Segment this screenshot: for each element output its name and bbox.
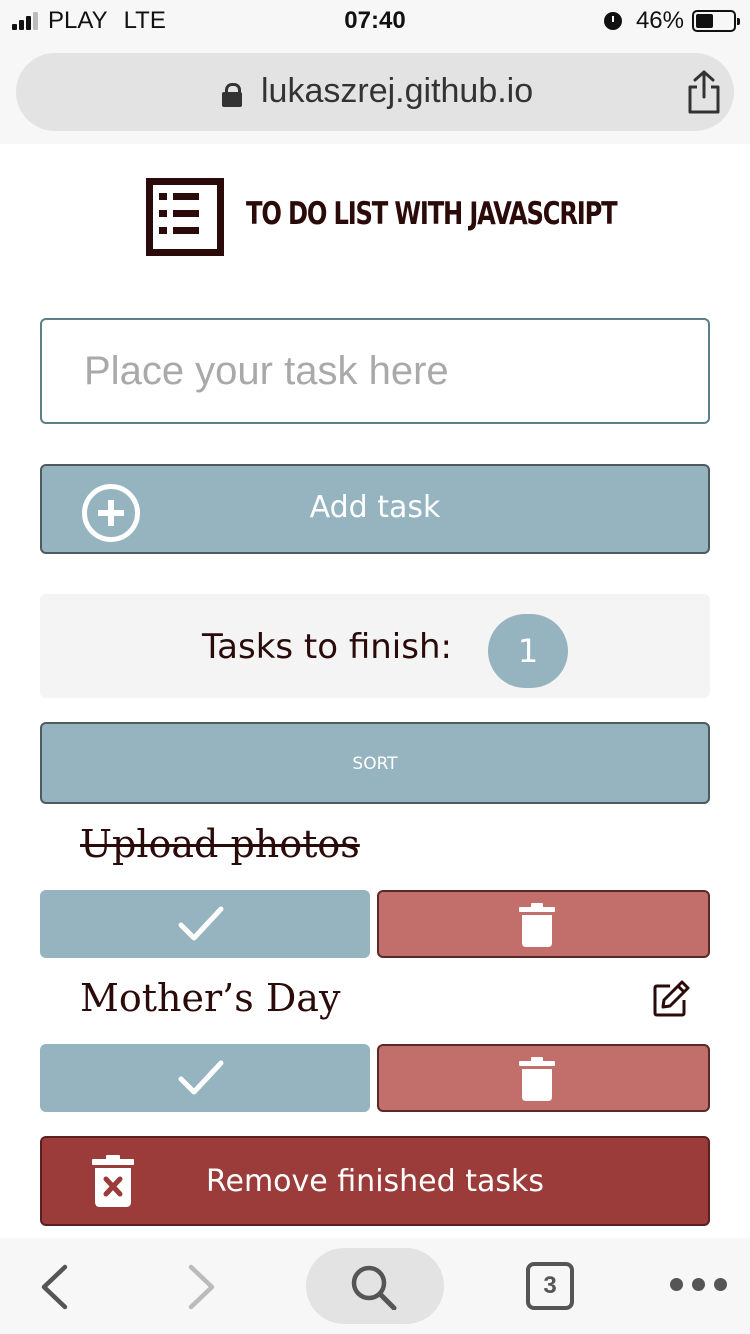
browser-toolbar: 3 bbox=[0, 1238, 750, 1334]
trash-icon bbox=[519, 903, 555, 947]
task-input[interactable] bbox=[40, 318, 710, 424]
share-icon[interactable] bbox=[686, 69, 722, 115]
back-icon[interactable] bbox=[38, 1264, 70, 1310]
lock-icon bbox=[222, 83, 242, 107]
search-button[interactable] bbox=[306, 1248, 444, 1324]
task-title: Upload photos bbox=[80, 822, 360, 866]
complete-task-button[interactable] bbox=[40, 1044, 370, 1112]
browser-chrome: lukaszrej.github.io bbox=[0, 40, 750, 144]
battery-percent: 46% bbox=[635, 7, 684, 34]
complete-task-button[interactable] bbox=[40, 890, 370, 958]
search-icon bbox=[351, 1265, 397, 1310]
battery-icon bbox=[692, 10, 740, 32]
add-task-label: Add task bbox=[309, 490, 441, 525]
edit-icon[interactable] bbox=[652, 980, 690, 1018]
sort-button[interactable]: SORT bbox=[40, 722, 710, 804]
tabs-button[interactable]: 3 bbox=[526, 1262, 574, 1310]
sort-label: SORT bbox=[352, 754, 398, 774]
status-right: 46% bbox=[603, 7, 740, 35]
alarm-icon bbox=[603, 12, 622, 30]
forward-icon[interactable] bbox=[186, 1264, 218, 1310]
status-bar: PLAY LTE 07:40 46% bbox=[0, 0, 750, 40]
remove-finished-button[interactable]: Remove finished tasks bbox=[40, 1136, 710, 1226]
list-icon bbox=[146, 178, 224, 256]
delete-task-button[interactable] bbox=[377, 1044, 710, 1112]
address-bar[interactable]: lukaszrej.github.io bbox=[16, 53, 734, 131]
remove-finished-label: Remove finished tasks bbox=[206, 1164, 544, 1199]
counter-badge: 1 bbox=[488, 614, 568, 688]
tasks-counter: Tasks to finish: 1 bbox=[40, 594, 710, 698]
url-text: lukaszrej.github.io bbox=[261, 72, 534, 110]
page-title: TO DO LIST WITH JAVASCRIPT bbox=[246, 196, 618, 232]
trash-icon bbox=[519, 1057, 555, 1101]
counter-label: Tasks to finish: bbox=[202, 627, 452, 667]
add-task-button[interactable]: Add task bbox=[40, 464, 710, 554]
check-icon bbox=[178, 906, 224, 941]
more-icon[interactable] bbox=[670, 1278, 728, 1292]
task-title: Mother’s Day bbox=[80, 976, 341, 1020]
delete-task-button[interactable] bbox=[377, 890, 710, 958]
check-icon bbox=[178, 1060, 224, 1095]
